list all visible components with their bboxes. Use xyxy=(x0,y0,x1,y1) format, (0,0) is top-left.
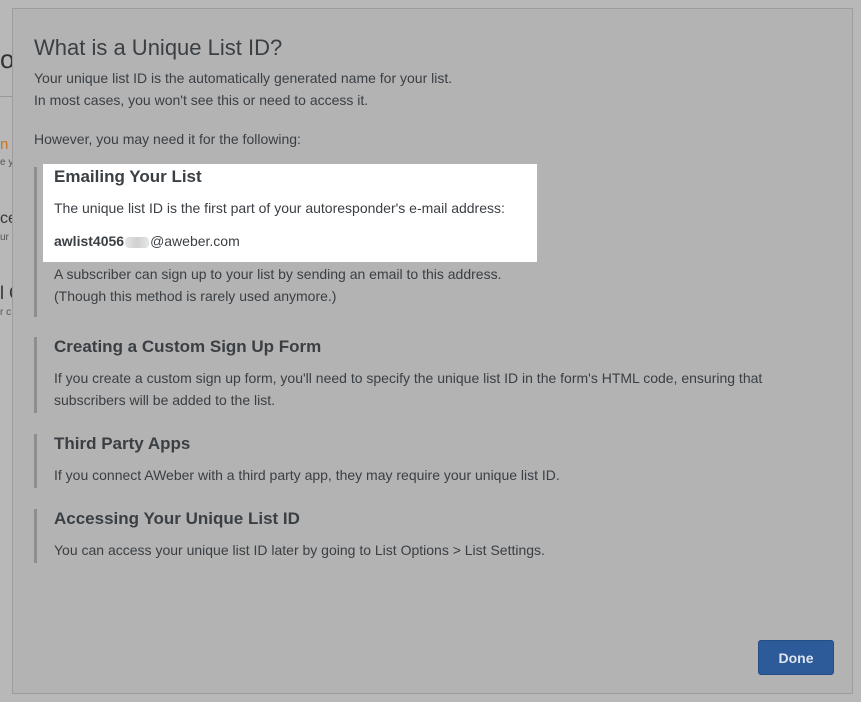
redacted-blur xyxy=(125,236,150,248)
address-suffix: @aweber.com xyxy=(150,233,240,249)
list-email-address: awlist4056 @aweber.com xyxy=(54,233,814,249)
background-link-fragment: n xyxy=(0,136,9,153)
background-heading-fragment: ce xyxy=(0,210,12,227)
section-heading: Third Party Apps xyxy=(54,434,191,453)
background-text-fragment: e y xyxy=(0,157,12,168)
section-third-party-apps: Third Party Apps If you connect AWeber w… xyxy=(34,434,814,488)
section-text: You can access your unique list ID later… xyxy=(54,542,545,558)
intro-line: In most cases, you won't see this or nee… xyxy=(34,92,369,108)
unique-list-id-modal: What is a Unique List ID? Your unique li… xyxy=(12,8,853,694)
section-heading: Accessing Your Unique List ID xyxy=(54,509,300,528)
section-custom-sign-up-form: Creating a Custom Sign Up Form If you cr… xyxy=(34,337,814,413)
section-text: (Though this method is rarely used anymo… xyxy=(54,288,337,304)
intro-line: Your unique list ID is the automatically… xyxy=(34,70,453,86)
address-prefix: awlist4056 xyxy=(54,233,125,249)
section-text: If you create a custom sign up form, you… xyxy=(54,370,763,408)
background-text-fragment: r c xyxy=(0,307,12,318)
section-text: The unique list ID is the first part of … xyxy=(54,200,505,216)
done-button[interactable]: Done xyxy=(758,640,834,675)
modal-intro: Your unique list ID is the automatically… xyxy=(34,67,452,111)
section-text: A subscriber can sign up to your list by… xyxy=(54,266,502,282)
section-accessing-list-id: Accessing Your Unique List ID You can ac… xyxy=(34,509,814,563)
section-note: A subscriber can sign up to your list by… xyxy=(54,263,814,307)
followup-text: However, you may need it for the followi… xyxy=(34,131,301,147)
section-emailing-your-list: Emailing Your List The unique list ID is… xyxy=(34,167,814,317)
background-heading-fragment: l C xyxy=(0,283,12,303)
modal-title: What is a Unique List ID? xyxy=(34,35,283,60)
background-divider xyxy=(0,96,12,97)
section-heading: Creating a Custom Sign Up Form xyxy=(54,337,322,356)
section-heading: Emailing Your List xyxy=(54,167,202,186)
background-heading-fragment: o xyxy=(0,44,12,74)
section-text: If you connect AWeber with a third party… xyxy=(54,467,560,483)
background-text-fragment: ur xyxy=(0,232,9,243)
